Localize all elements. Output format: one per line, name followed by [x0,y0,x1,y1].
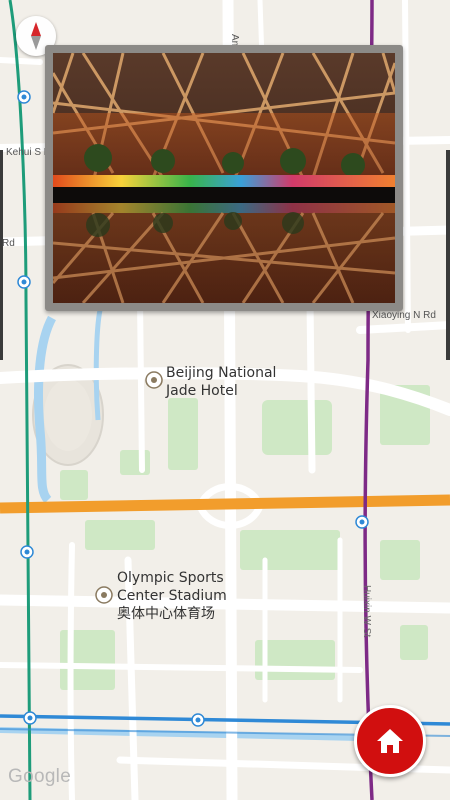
metro-station-icon [17,275,31,289]
metro-station-icon [20,545,34,559]
google-attribution: Google [8,766,72,787]
metro-station-icon [17,90,31,104]
home-icon [377,729,403,753]
map-edge-strip-right [446,150,450,360]
metro-station-icon [355,515,369,529]
street-label-huixin: Huixin W St [361,585,372,638]
map-edge-strip [0,150,3,360]
home-button[interactable] [354,705,426,777]
poi-label-hotel[interactable]: Beijing National Jade Hotel [166,364,276,400]
metro-station-icon [191,713,205,727]
photo-popup[interactable] [45,45,403,311]
poi-marker-hotel[interactable] [145,371,163,389]
poi-marker-stadium[interactable] [95,586,113,604]
street-label-xiaoying: Xiaoying N Rd [372,310,436,321]
street-label-rd: Rd [2,238,15,249]
metro-station-icon [23,711,37,725]
stadium-inner [44,379,92,451]
poi-label-stadium[interactable]: Olympic Sports Center Stadium 奥体中心体育场 [117,569,227,623]
stadium-photo[interactable] [53,53,395,303]
